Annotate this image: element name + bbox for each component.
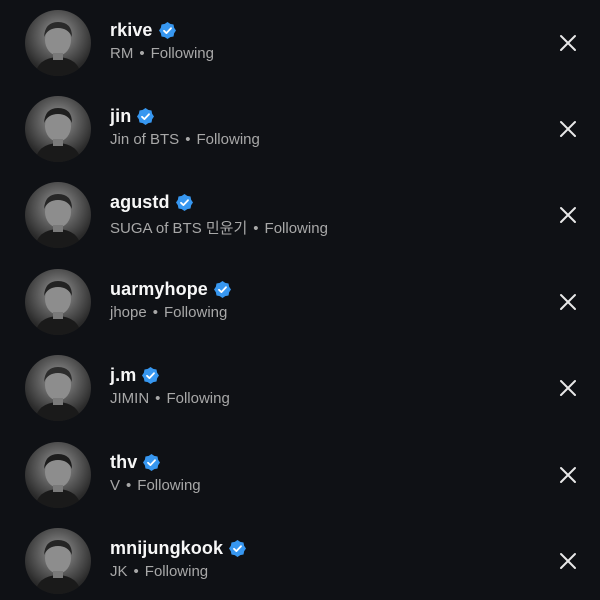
avatar[interactable]	[25, 269, 91, 335]
display-name: JK	[110, 563, 128, 580]
avatar[interactable]	[25, 442, 91, 508]
following-status: Following	[264, 220, 328, 237]
close-icon[interactable]	[558, 33, 578, 53]
subtitle-line: RM • Following	[110, 45, 520, 62]
display-name: Jin of BTS	[110, 131, 180, 148]
verified-badge-icon	[213, 280, 231, 298]
subtitle-line: JK • Following	[110, 563, 520, 580]
separator-dot: •	[253, 220, 259, 237]
verified-badge-icon	[229, 539, 247, 557]
subtitle-line: SUGA of BTS 민윤기 • Following	[110, 217, 520, 238]
separator-dot: •	[152, 304, 158, 321]
account-info: thv V • Following	[110, 449, 520, 495]
separator-dot: •	[133, 563, 139, 580]
subtitle-line: Jin of BTS • Following	[110, 131, 520, 148]
following-status: Following	[144, 563, 209, 580]
account-row[interactable]: rkive RM • Following	[0, 0, 600, 86]
avatar[interactable]	[25, 528, 91, 594]
account-info: mnijungkook JK • Following	[110, 535, 520, 580]
verified-badge-icon	[175, 193, 193, 211]
name-line: j.m	[110, 362, 520, 388]
username[interactable]: mnijungkook	[110, 538, 223, 559]
account-row[interactable]: jin Jin of BTS • Following	[0, 86, 600, 172]
close-icon[interactable]	[558, 378, 578, 398]
following-status: Following	[150, 45, 214, 62]
account-info: agustd SUGA of BTS 민윤기 • Following	[110, 189, 520, 238]
account-info: j.m JIMIN • Following	[110, 362, 520, 408]
username[interactable]: agustd	[110, 192, 170, 213]
name-line: thv	[110, 449, 520, 475]
following-status: Following	[196, 131, 260, 148]
subtitle-line: jhope • Following	[110, 304, 520, 321]
account-info: rkive RM • Following	[110, 17, 520, 63]
display-name: jhope	[110, 304, 147, 321]
name-line: uarmyhope	[110, 276, 520, 302]
account-row[interactable]: agustd SUGA of BTS 민윤기 • Following	[0, 172, 600, 258]
avatar[interactable]	[25, 10, 91, 76]
following-status: Following	[163, 304, 228, 321]
close-icon[interactable]	[558, 119, 578, 139]
avatar[interactable]	[25, 96, 91, 162]
username[interactable]: rkive	[110, 20, 153, 41]
account-row[interactable]: thv V • Following	[0, 432, 600, 518]
close-icon[interactable]	[558, 551, 578, 571]
account-row[interactable]: mnijungkook JK • Following	[0, 518, 600, 600]
separator-dot: •	[185, 131, 191, 148]
display-name: JIMIN	[110, 390, 150, 407]
username[interactable]: jin	[110, 106, 131, 127]
close-icon[interactable]	[558, 205, 578, 225]
account-info: uarmyhope jhope • Following	[110, 276, 520, 321]
verified-badge-icon	[143, 453, 161, 471]
separator-dot: •	[139, 45, 145, 62]
following-list: rkive RM • Following jin Jin of BTS • Follow…	[0, 0, 600, 600]
account-row[interactable]: j.m JIMIN • Following	[0, 345, 600, 431]
subtitle-line: V • Following	[110, 477, 520, 494]
name-line: rkive	[110, 17, 520, 43]
subtitle-line: JIMIN • Following	[110, 390, 520, 407]
account-row[interactable]: uarmyhope jhope • Following	[0, 259, 600, 345]
close-icon[interactable]	[558, 292, 578, 312]
close-icon[interactable]	[558, 465, 578, 485]
display-name: RM	[110, 45, 134, 62]
name-line: agustd	[110, 189, 520, 215]
verified-badge-icon	[158, 21, 176, 39]
display-name: V	[110, 477, 121, 494]
avatar[interactable]	[25, 182, 91, 248]
name-line: jin	[110, 103, 520, 129]
account-info: jin Jin of BTS • Following	[110, 103, 520, 149]
verified-badge-icon	[137, 107, 155, 125]
separator-dot: •	[126, 477, 132, 494]
avatar[interactable]	[25, 355, 91, 421]
verified-badge-icon	[142, 366, 160, 384]
username[interactable]: uarmyhope	[110, 279, 208, 300]
name-line: mnijungkook	[110, 535, 520, 561]
display-name: SUGA of BTS 민윤기	[110, 220, 248, 237]
username[interactable]: j.m	[110, 365, 136, 386]
following-status: Following	[166, 390, 230, 407]
following-status: Following	[137, 477, 201, 494]
separator-dot: •	[155, 390, 161, 407]
username[interactable]: thv	[110, 452, 137, 473]
